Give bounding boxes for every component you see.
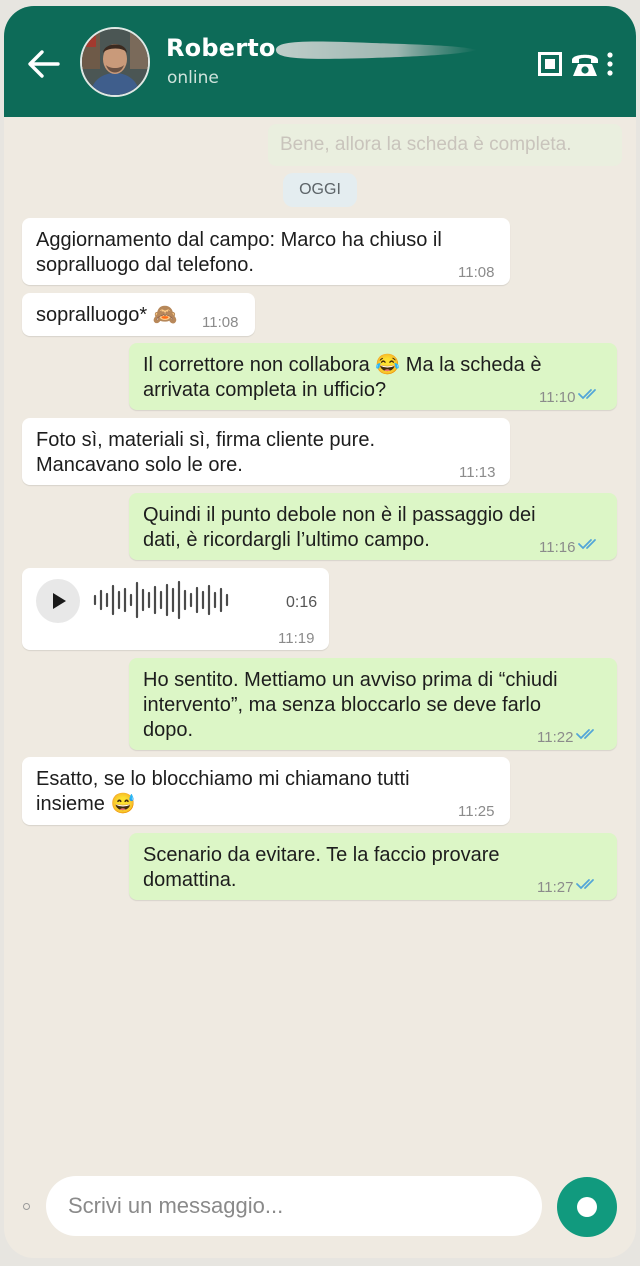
read-receipt-icon: [576, 879, 594, 890]
chat-header: Roberto online: [4, 6, 636, 117]
message-time: 11:08: [202, 314, 239, 331]
message-time: 11:27: [537, 879, 574, 896]
read-receipt-icon: [578, 389, 596, 400]
message-bubble-outgoing[interactable]: Il correttore non collabora 😂 Ma la sche…: [129, 343, 617, 410]
message-text: Aggiornamento dal campo: Marco ha chiuso…: [36, 229, 442, 276]
back-arrow-icon[interactable]: [24, 46, 64, 82]
read-receipt-icon: [576, 729, 594, 740]
message-time: 11:19: [278, 630, 315, 647]
audio-waveform[interactable]: [92, 580, 232, 620]
message-text: Ho sentito. Mettiamo un avviso prima di …: [143, 669, 558, 741]
message-time: 11:10: [539, 389, 576, 406]
play-icon: [53, 593, 66, 609]
play-button[interactable]: [36, 579, 80, 623]
message-bubble-outgoing[interactable]: Ho sentito. Mettiamo un avviso prima di …: [129, 658, 617, 750]
message-text: Il correttore non collabora 😂 Ma la sche…: [143, 354, 542, 401]
contact-surname-redacted: [272, 36, 477, 64]
date-separator: OGGI: [283, 173, 357, 207]
message-bubble-outgoing[interactable]: Quindi il punto debole non è il passaggi…: [129, 493, 617, 560]
message-text: Foto sì, materiali sì, firma cliente pur…: [36, 429, 376, 476]
attach-icon[interactable]: [23, 1203, 30, 1210]
voice-message-bubble[interactable]: 0:16 11:19: [22, 568, 329, 650]
message-bubble-incoming[interactable]: sopralluogo* 🙈 11:08: [22, 293, 255, 336]
message-text: Scenario da evitare. Te la faccio provar…: [143, 844, 500, 891]
message-time: 11:16: [539, 539, 576, 556]
message-time: 11:25: [458, 803, 495, 820]
read-receipt-icon: [578, 539, 596, 550]
message-bubble-incoming[interactable]: Aggiornamento dal campo: Marco ha chiuso…: [22, 218, 510, 285]
message-bubble-outgoing[interactable]: Scenario da evitare. Te la faccio provar…: [129, 833, 617, 900]
previous-message-text: Bene, allora la scheda è completa.: [280, 134, 572, 155]
message-text: Quindi il punto debole non è il passaggi…: [143, 504, 536, 551]
message-text: Esatto, se lo blocchiamo mi chiamano tut…: [36, 768, 410, 815]
message-bubble-incoming[interactable]: Esatto, se lo blocchiamo mi chiamano tut…: [22, 757, 510, 825]
contact-status: online: [167, 68, 219, 88]
previous-message-faded: Bene, allora la scheda è completa.: [268, 124, 622, 166]
chat-screen: Roberto online Bene, allora la scheda è …: [4, 6, 636, 1258]
message-time: 11:08: [458, 264, 495, 281]
contact-name[interactable]: Roberto: [166, 34, 276, 62]
message-composer[interactable]: [46, 1176, 542, 1236]
message-time: 11:22: [537, 729, 574, 746]
message-text: sopralluogo* 🙈: [36, 304, 178, 326]
voice-duration: 0:16: [286, 594, 318, 611]
video-call-icon[interactable]: [538, 52, 562, 76]
avatar[interactable]: [80, 27, 150, 97]
record-icon: [577, 1197, 597, 1217]
message-input[interactable]: [68, 1190, 518, 1222]
message-time: 11:13: [459, 464, 496, 481]
message-bubble-incoming[interactable]: Foto sì, materiali sì, firma cliente pur…: [22, 418, 510, 485]
phone-icon[interactable]: [570, 50, 600, 78]
more-vertical-icon[interactable]: [605, 50, 615, 78]
record-button[interactable]: [557, 1177, 617, 1237]
